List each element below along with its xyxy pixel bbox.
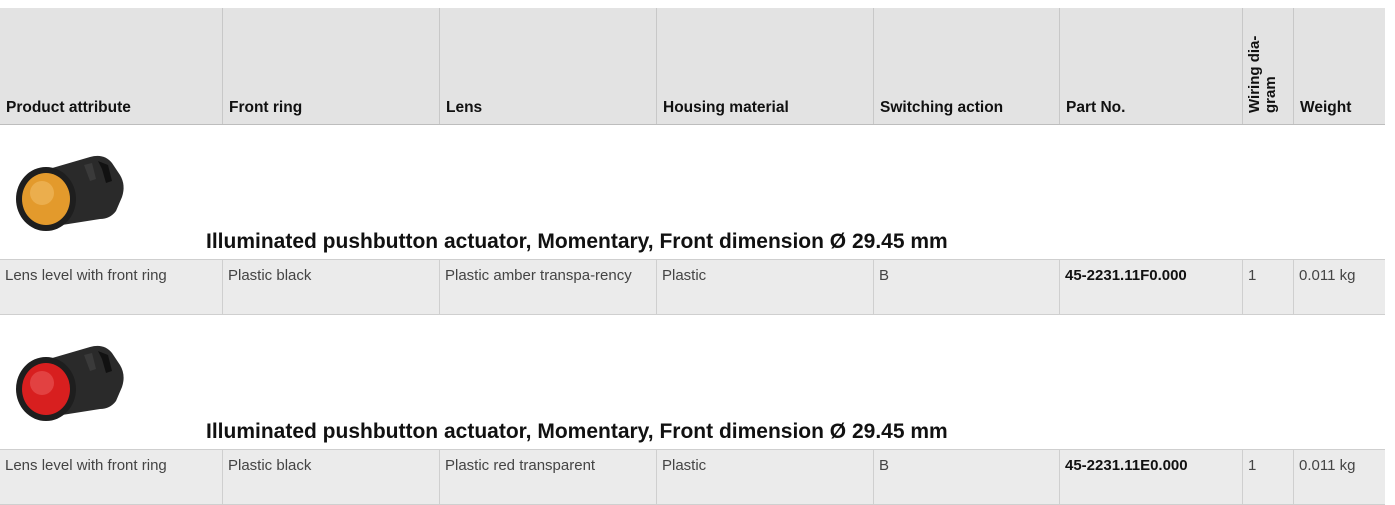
red-pushbutton-image [16,345,124,421]
table-row: Lens level with front ring Plastic black… [0,259,1385,315]
cell-lens: Plastic amber transpa-rency [440,260,657,314]
cell-weight: 0.011 kg [1299,267,1356,284]
cell-lens: Plastic red transparent [440,450,657,504]
header-housing-material: Housing material [657,8,874,124]
cell-wiring-diagram: 1 [1243,450,1294,504]
header-lens: Lens [440,8,657,124]
header-weight: Weight [1300,99,1352,116]
product-title: Illuminated pushbutton actuator, Momenta… [206,230,948,253]
cell-switching-action: B [874,450,1060,504]
header-switching-action: Switching action [874,8,1060,124]
product-banner: Illuminated pushbutton actuator, Momenta… [0,125,1385,259]
cell-product-attribute: Lens level with front ring [0,450,223,504]
table-header: Product attribute Front ring Lens Housin… [0,8,1385,125]
cell-product-attribute: Lens level with front ring [0,260,223,314]
cell-weight: 0.011 kg [1299,457,1356,474]
cell-wiring-diagram: 1 [1243,260,1294,314]
product-title: Illuminated pushbutton actuator, Momenta… [206,420,948,443]
cell-front-ring: Plastic black [223,450,440,504]
header-product-attribute: Product attribute [0,8,223,124]
product-table: Product attribute Front ring Lens Housin… [0,8,1385,505]
product-banner: Illuminated pushbutton actuator, Momenta… [0,315,1385,449]
header-front-ring: Front ring [223,8,440,124]
header-part-no: Part No. [1060,8,1243,124]
header-wiring-diagram-label: Wiring dia- gram [1246,35,1279,113]
cell-housing-material: Plastic [657,450,874,504]
header-wiring-diagram: Wiring dia- gram [1243,8,1294,124]
cell-front-ring: Plastic black [223,260,440,314]
cell-switching-action: B [874,260,1060,314]
amber-pushbutton-image [16,155,124,231]
cell-part-no: 45-2231.11F0.000 [1060,260,1243,314]
table-row: Lens level with front ring Plastic black… [0,449,1385,505]
cell-part-no: 45-2231.11E0.000 [1060,450,1243,504]
cell-housing-material: Plastic [657,260,874,314]
